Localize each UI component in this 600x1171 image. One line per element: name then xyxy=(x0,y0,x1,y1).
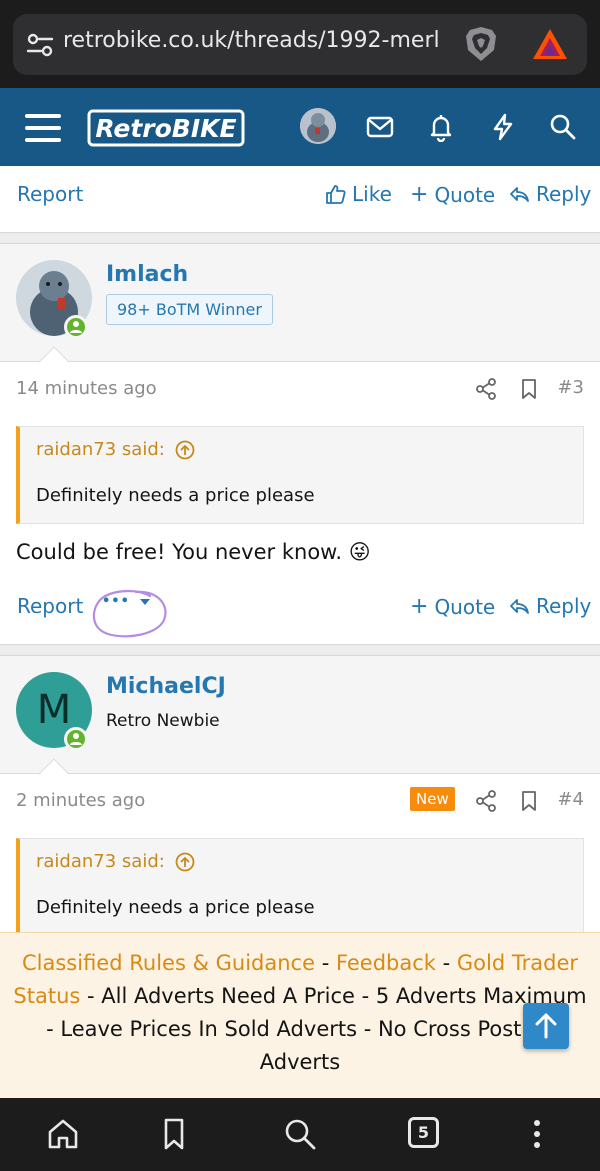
quote-block: raidan73 said: Definitely needs a price … xyxy=(16,838,584,936)
plus-icon: + xyxy=(410,182,429,207)
post-4-meta: 2 minutes ago New #4 xyxy=(0,774,600,830)
bookmark-icon[interactable] xyxy=(518,790,540,812)
quote-block: raidan73 said: Definitely needs a price … xyxy=(16,426,584,524)
username[interactable]: MichaelCJ xyxy=(106,674,226,699)
reply-arrow-icon xyxy=(510,599,529,614)
reply-arrow-icon xyxy=(510,187,529,202)
post-number[interactable]: #3 xyxy=(557,377,584,398)
classified-rules-link[interactable]: Classified Rules & Guidance xyxy=(22,951,315,975)
quote-header[interactable]: raidan73 said: xyxy=(36,439,195,460)
logo-text: RetroBIKE xyxy=(95,114,236,143)
quote-author: raidan73 said: xyxy=(36,851,165,872)
arrow-up-circle-icon xyxy=(175,440,195,459)
search-icon[interactable] xyxy=(282,1116,318,1152)
user-avatar-menu[interactable] xyxy=(300,108,336,144)
tab-switcher-button[interactable]: 5 xyxy=(408,1117,439,1148)
brave-shields-icon[interactable] xyxy=(461,24,501,64)
report-link[interactable]: Report xyxy=(17,594,83,618)
notice-separator: - xyxy=(435,951,457,975)
plus-icon: + xyxy=(410,594,429,619)
avatar-image-icon xyxy=(300,108,336,144)
home-icon[interactable] xyxy=(45,1116,81,1152)
report-label: Report xyxy=(17,594,84,618)
notice-text: Classified Rules & Guidance - Feedback -… xyxy=(10,947,590,1079)
brave-rewards-icon[interactable] xyxy=(531,26,569,64)
post-divider xyxy=(0,232,600,244)
reply-label: Reply xyxy=(536,182,592,206)
handdrawn-circle-annotation xyxy=(92,590,167,638)
arrow-up-circle-icon xyxy=(175,852,195,871)
quote-text: Definitely needs a price please xyxy=(36,897,315,918)
quote-author: raidan73 said: xyxy=(36,439,165,460)
quote-text: Definitely needs a price please xyxy=(36,485,315,506)
like-button[interactable]: Like xyxy=(324,182,392,206)
feedback-link[interactable]: Feedback xyxy=(336,951,436,975)
notice-separator: - xyxy=(315,951,336,975)
quote-header[interactable]: raidan73 said: xyxy=(36,851,195,872)
reply-button[interactable]: Reply xyxy=(508,182,591,206)
previous-post-actions: Report Like + Quote Reply xyxy=(0,166,600,226)
whats-new-bolt-icon[interactable] xyxy=(488,112,518,142)
quote-button[interactable]: + Quote xyxy=(410,594,495,619)
browser-toolbar: retrobike.co.uk/threads/1992-merl xyxy=(0,0,600,88)
site-settings-icon[interactable] xyxy=(25,30,55,60)
new-badge: New xyxy=(410,787,455,811)
report-link[interactable]: Report xyxy=(17,182,83,206)
site-logo[interactable]: RetroBIKE xyxy=(86,108,246,148)
url-text[interactable]: retrobike.co.uk/threads/1992-merl xyxy=(63,28,463,53)
share-icon[interactable] xyxy=(475,790,497,812)
share-icon[interactable] xyxy=(475,378,497,400)
post-time[interactable]: 2 minutes ago xyxy=(16,790,145,811)
post-message: Could be free! You never know. 😜 xyxy=(16,540,371,564)
classified-notice-banner: Classified Rules & Guidance - Feedback -… xyxy=(0,932,600,1098)
address-bar[interactable]: retrobike.co.uk/threads/1992-merl xyxy=(13,14,587,75)
bookmark-icon[interactable] xyxy=(518,378,540,400)
scroll-to-top-button[interactable] xyxy=(523,1003,569,1049)
search-icon[interactable] xyxy=(548,112,578,142)
site-header: RetroBIKE xyxy=(0,88,600,166)
post-number[interactable]: #4 xyxy=(557,789,584,810)
online-status-icon xyxy=(64,727,88,751)
post-3-user-block: Imlach 98+ BoTM Winner xyxy=(0,244,600,362)
thumbs-up-icon xyxy=(326,185,346,204)
quote-label: Quote xyxy=(434,594,496,619)
quote-label: Quote xyxy=(434,182,496,207)
post-3-meta: 14 minutes ago #3 xyxy=(0,362,600,418)
notifications-bell-icon[interactable] xyxy=(426,112,456,142)
arrow-up-icon xyxy=(535,1013,557,1039)
browser-bottom-nav: 5 xyxy=(0,1098,600,1171)
inbox-icon[interactable] xyxy=(365,112,395,142)
avatar-letter: M xyxy=(36,687,72,733)
user-title: Retro Newbie xyxy=(106,711,220,731)
post-divider xyxy=(0,644,600,656)
overflow-menu-icon[interactable] xyxy=(519,1116,555,1152)
notice-rules-text: - All Adverts Need A Price - 5 Adverts M… xyxy=(46,984,587,1074)
post-4-user-block: M MichaelCJ Retro Newbie xyxy=(0,656,600,774)
hamburger-menu-icon[interactable] xyxy=(25,112,61,144)
username[interactable]: Imlach xyxy=(106,262,188,287)
user-title-badge: 98+ BoTM Winner xyxy=(106,294,273,325)
like-label: Like xyxy=(352,182,392,206)
quote-button[interactable]: + Quote xyxy=(410,182,495,207)
report-label: Report xyxy=(17,182,84,206)
post-time[interactable]: 14 minutes ago xyxy=(16,378,157,399)
online-status-icon xyxy=(64,315,88,339)
reply-label: Reply xyxy=(536,594,592,618)
reply-button[interactable]: Reply xyxy=(508,594,591,618)
bookmarks-icon[interactable] xyxy=(156,1116,192,1152)
